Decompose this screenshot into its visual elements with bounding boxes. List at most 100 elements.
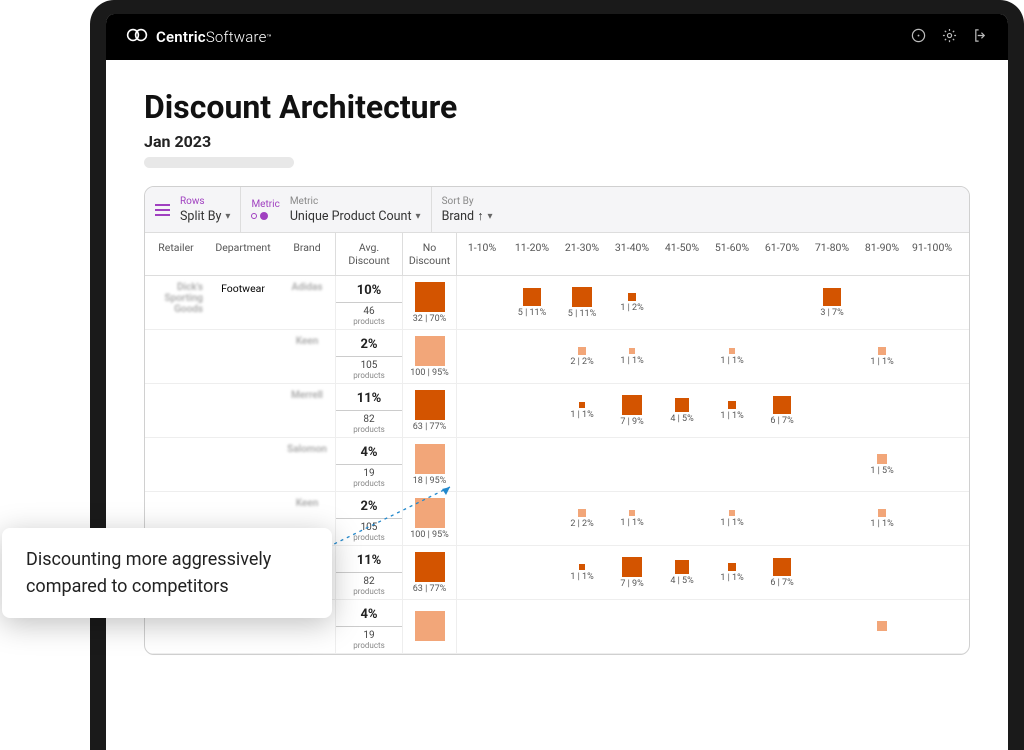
heatmap-cell[interactable]: 63 | 77% bbox=[403, 384, 457, 437]
heatmap-cell[interactable] bbox=[507, 438, 557, 491]
col-bucket[interactable]: 81-90% bbox=[857, 233, 907, 275]
heatmap-cell[interactable] bbox=[807, 438, 857, 491]
heatmap-cell[interactable] bbox=[657, 600, 707, 653]
heatmap-cell[interactable] bbox=[807, 600, 857, 653]
col-bucket[interactable]: 11-20% bbox=[507, 233, 557, 275]
sort-config-group[interactable]: Sort By Brand ↑▾ bbox=[432, 187, 503, 232]
heatmap-cell[interactable] bbox=[807, 546, 857, 599]
metric-config-group[interactable]: Metric Metric Unique Product Count▾ bbox=[241, 187, 431, 232]
heatmap-cell[interactable] bbox=[857, 600, 907, 653]
col-bucket[interactable]: 41-50% bbox=[657, 233, 707, 275]
heatmap-cell[interactable] bbox=[807, 384, 857, 437]
logout-icon[interactable] bbox=[973, 28, 988, 47]
heatmap-cell[interactable] bbox=[707, 600, 757, 653]
heatmap-cell[interactable] bbox=[757, 600, 807, 653]
heatmap-cell[interactable] bbox=[707, 276, 757, 329]
heatmap-cell[interactable]: 4 | 5% bbox=[657, 546, 707, 599]
heatmap-cell[interactable] bbox=[657, 438, 707, 491]
col-bucket[interactable]: 91-100% bbox=[907, 233, 957, 275]
heatmap-cell[interactable] bbox=[507, 600, 557, 653]
heatmap-cell[interactable]: 1 | 1% bbox=[857, 492, 907, 545]
heatmap-cell[interactable] bbox=[403, 600, 457, 653]
heatmap-cell[interactable]: 1 | 1% bbox=[707, 384, 757, 437]
heatmap-cell[interactable] bbox=[657, 276, 707, 329]
heatmap-cell[interactable]: 1 | 1% bbox=[707, 330, 757, 383]
heatmap-cell[interactable] bbox=[557, 600, 607, 653]
heatmap-cell[interactable]: 1 | 1% bbox=[607, 492, 657, 545]
heatmap-cell[interactable] bbox=[457, 384, 507, 437]
col-brand[interactable]: Brand bbox=[279, 233, 335, 275]
heatmap-cell[interactable]: 4 | 5% bbox=[657, 384, 707, 437]
heatmap-cell[interactable] bbox=[607, 438, 657, 491]
heatmap-cell[interactable]: 1 | 1% bbox=[707, 492, 757, 545]
heatmap-cell[interactable] bbox=[457, 330, 507, 383]
col-department[interactable]: Department bbox=[207, 233, 279, 275]
heatmap-cell[interactable] bbox=[757, 438, 807, 491]
heatmap-cell[interactable]: 100 | 95% bbox=[403, 492, 457, 545]
heatmap-cell[interactable]: 1 | 1% bbox=[557, 384, 607, 437]
heatmap-cell[interactable] bbox=[907, 438, 957, 491]
rows-config-group[interactable]: Rows Split By▾ bbox=[145, 187, 241, 232]
heatmap-cell[interactable]: 18 | 95% bbox=[403, 438, 457, 491]
heatmap-cell[interactable]: 2 | 2% bbox=[557, 492, 607, 545]
heatmap-cell[interactable]: 1 | 5% bbox=[857, 438, 907, 491]
heatmap-cell[interactable]: 5 | 11% bbox=[557, 276, 607, 329]
heatmap-cell[interactable]: 6 | 7% bbox=[757, 384, 807, 437]
help-icon[interactable] bbox=[911, 28, 926, 47]
col-bucket[interactable]: 21-30% bbox=[557, 233, 607, 275]
col-avg[interactable]: Avg. Discount bbox=[335, 233, 403, 275]
heatmap-cell[interactable] bbox=[707, 438, 757, 491]
heatmap-cell[interactable] bbox=[507, 330, 557, 383]
col-bucket[interactable]: 61-70% bbox=[757, 233, 807, 275]
heatmap-cell[interactable] bbox=[457, 492, 507, 545]
heatmap-cell[interactable] bbox=[657, 330, 707, 383]
heatmap-cell[interactable]: 7 | 9% bbox=[607, 384, 657, 437]
heatmap-cell[interactable] bbox=[857, 546, 907, 599]
heatmap-cell[interactable] bbox=[907, 546, 957, 599]
heatmap-cell[interactable]: 32 | 70% bbox=[403, 276, 457, 329]
split-by-dropdown[interactable]: Split By▾ bbox=[180, 209, 230, 224]
heatmap-cell[interactable] bbox=[907, 330, 957, 383]
col-retailer[interactable]: Retailer bbox=[145, 233, 207, 275]
heatmap-cell[interactable]: 100 | 95% bbox=[403, 330, 457, 383]
heatmap-cell[interactable] bbox=[507, 384, 557, 437]
heatmap-cell[interactable]: 7 | 9% bbox=[607, 546, 657, 599]
heatmap-cell[interactable] bbox=[857, 276, 907, 329]
heatmap-cell[interactable] bbox=[757, 330, 807, 383]
heatmap-cell[interactable] bbox=[457, 600, 507, 653]
sort-dropdown[interactable]: Brand ↑▾ bbox=[442, 209, 493, 224]
heatmap-cell[interactable] bbox=[657, 492, 707, 545]
heatmap-cell[interactable] bbox=[757, 276, 807, 329]
heatmap-cell[interactable] bbox=[907, 492, 957, 545]
heatmap-cell[interactable]: 2 | 2% bbox=[557, 330, 607, 383]
heatmap-cell[interactable]: 1 | 2% bbox=[607, 276, 657, 329]
heatmap-cell[interactable]: 5 | 11% bbox=[507, 276, 557, 329]
heatmap-cell[interactable] bbox=[857, 384, 907, 437]
settings-icon[interactable] bbox=[942, 28, 957, 47]
heatmap-cell[interactable] bbox=[907, 276, 957, 329]
heatmap-cell[interactable]: 3 | 7% bbox=[807, 276, 857, 329]
heatmap-cell[interactable] bbox=[807, 492, 857, 545]
metric-dropdown[interactable]: Unique Product Count▾ bbox=[290, 209, 421, 224]
heatmap-cell[interactable]: 1 | 1% bbox=[557, 546, 607, 599]
heatmap-cell[interactable] bbox=[757, 492, 807, 545]
col-bucket[interactable]: 31-40% bbox=[607, 233, 657, 275]
heatmap-cell[interactable] bbox=[457, 438, 507, 491]
heatmap-cell[interactable]: 1 | 1% bbox=[607, 330, 657, 383]
col-bucket[interactable]: 71-80% bbox=[807, 233, 857, 275]
col-bucket[interactable]: 1-10% bbox=[457, 233, 507, 275]
heatmap-cell[interactable] bbox=[457, 546, 507, 599]
heatmap-cell[interactable] bbox=[607, 600, 657, 653]
heatmap-cell[interactable] bbox=[557, 438, 607, 491]
heatmap-cell[interactable] bbox=[457, 276, 507, 329]
heatmap-cell[interactable]: 6 | 7% bbox=[757, 546, 807, 599]
heatmap-cell[interactable] bbox=[507, 546, 557, 599]
heatmap-cell[interactable]: 63 | 77% bbox=[403, 546, 457, 599]
col-bucket[interactable]: 51-60% bbox=[707, 233, 757, 275]
heatmap-cell[interactable] bbox=[907, 384, 957, 437]
heatmap-cell[interactable]: 1 | 1% bbox=[707, 546, 757, 599]
heatmap-cell[interactable] bbox=[907, 600, 957, 653]
heatmap-cell[interactable] bbox=[507, 492, 557, 545]
heatmap-cell[interactable] bbox=[807, 330, 857, 383]
heatmap-cell[interactable]: 1 | 1% bbox=[857, 330, 907, 383]
